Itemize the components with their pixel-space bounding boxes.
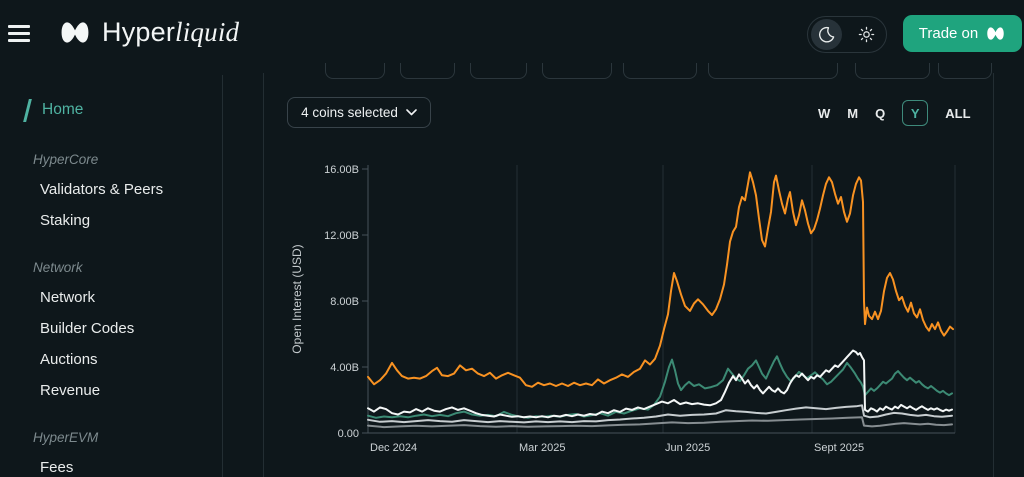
- metric-tab-stub[interactable]: [542, 63, 612, 79]
- metric-tab-stub[interactable]: [708, 63, 838, 79]
- brand-wordmark: Hyperliquid: [102, 17, 240, 47]
- svg-text:8.00B: 8.00B: [330, 296, 359, 308]
- light-mode-button[interactable]: [851, 19, 882, 50]
- time-range-selector: W M Q Y ALL: [818, 100, 971, 126]
- metric-tab-stub[interactable]: [938, 63, 992, 79]
- sidebar-item-auctions[interactable]: Auctions: [40, 351, 98, 368]
- range-option-y[interactable]: Y: [902, 100, 929, 126]
- svg-text:Dec 2024: Dec 2024: [370, 442, 417, 454]
- hyperliquid-logo-icon: [987, 27, 1004, 40]
- active-item-indicator: [23, 99, 32, 122]
- sidebar-divider: [222, 75, 223, 477]
- metric-tab-stub[interactable]: [325, 63, 385, 79]
- svg-text:0.00: 0.00: [338, 428, 359, 440]
- open-interest-chart: 0.00 4.00B 8.00B 12.00B 16.00B Dec 2024 Mar 20…: [290, 164, 956, 454]
- sidebar-heading-network: Network: [33, 260, 83, 275]
- sidebar-item-validators-peers[interactable]: Validators & Peers: [40, 181, 163, 198]
- sidebar-heading-hyperevm: HyperEVM: [33, 430, 99, 445]
- main-panel-right-border: [993, 73, 994, 477]
- range-option-q[interactable]: Q: [875, 106, 885, 121]
- svg-text:4.00B: 4.00B: [330, 362, 359, 374]
- hyperliquid-logo-icon: [61, 22, 89, 43]
- chevron-down-icon: [406, 109, 417, 116]
- coin-selector-label: 4 coins selected: [301, 105, 398, 120]
- trade-on-button[interactable]: Trade on: [903, 15, 1022, 52]
- range-option-w[interactable]: W: [818, 106, 830, 121]
- svg-text:16.00B: 16.00B: [324, 164, 359, 176]
- sidebar-item-fees[interactable]: Fees: [40, 459, 73, 476]
- sidebar-item-home[interactable]: Home: [42, 101, 83, 119]
- app-root: Hyperliquid Trade on Home HyperCore Vali…: [0, 0, 1024, 477]
- coin-selector-dropdown[interactable]: 4 coins selected: [287, 97, 431, 128]
- sidebar-item-builder-codes[interactable]: Builder Codes: [40, 320, 134, 337]
- theme-toggle: [807, 16, 887, 53]
- main-panel-left-border: [263, 73, 264, 477]
- sidebar-heading-hypercore: HyperCore: [33, 152, 99, 167]
- sidebar-item-revenue[interactable]: Revenue: [40, 382, 100, 399]
- svg-text:Open Interest (USD): Open Interest (USD): [290, 244, 304, 353]
- metric-tab-stub[interactable]: [855, 63, 930, 79]
- metric-tab-stub[interactable]: [623, 63, 697, 79]
- svg-text:Mar 2025: Mar 2025: [519, 442, 565, 454]
- sun-icon: [858, 26, 875, 43]
- brand-logo[interactable]: Hyperliquid: [58, 17, 239, 48]
- sidebar-item-staking[interactable]: Staking: [40, 212, 90, 229]
- dark-mode-button[interactable]: [811, 19, 842, 50]
- svg-text:Sept 2025: Sept 2025: [814, 442, 864, 454]
- moon-icon: [819, 26, 835, 43]
- sidebar-item-network[interactable]: Network: [40, 289, 95, 306]
- svg-text:12.00B: 12.00B: [324, 230, 359, 242]
- metric-tab-stub[interactable]: [400, 63, 455, 79]
- range-option-m[interactable]: M: [847, 106, 858, 121]
- trade-button-label: Trade on: [918, 25, 979, 42]
- menu-icon[interactable]: [8, 25, 30, 42]
- svg-text:Jun 2025: Jun 2025: [665, 442, 710, 454]
- range-option-all[interactable]: ALL: [945, 106, 970, 121]
- metric-tab-stub[interactable]: [470, 63, 527, 79]
